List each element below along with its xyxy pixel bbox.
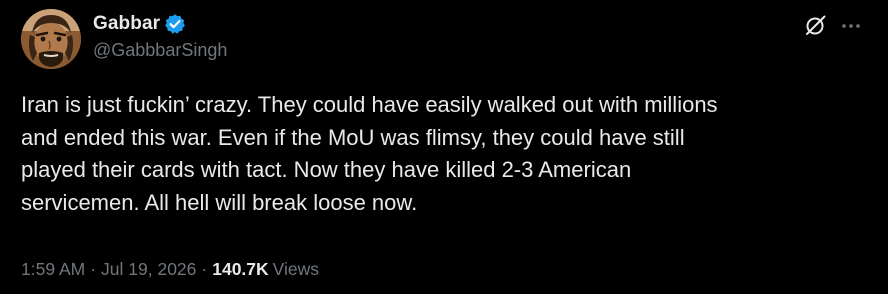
grok-icon[interactable]: [802, 13, 828, 39]
tweet-actions: [802, 13, 864, 39]
tweet-meta: 1:59 AM · Jul 19, 2026 · 140.7K Views: [21, 259, 319, 280]
tweet-time[interactable]: 1:59 AM: [21, 259, 85, 280]
avatar[interactable]: [21, 9, 81, 69]
meta-separator: ·: [201, 259, 208, 279]
author-names: Gabbar @GabbbarSingh: [93, 12, 227, 61]
tweet-text-line: Iran is just fuckin’ crazy. They could h…: [21, 92, 718, 117]
views-label[interactable]: Views: [273, 259, 319, 280]
tweet-text-line: servicemen. All hell will break loose no…: [21, 189, 418, 215]
tweet-text: Iran is just fuckin’ crazy. They could h…: [21, 89, 871, 219]
tweet-text-line: played their cards with tact. Now they h…: [21, 157, 632, 182]
name-row: Gabbar: [93, 12, 227, 36]
tweet-date[interactable]: Jul 19, 2026: [101, 259, 196, 280]
tweet: Gabbar @GabbbarSingh Iran is just fuckin…: [0, 0, 888, 294]
avatar-illustration: [21, 9, 81, 69]
tweet-text-line: and ended this war. Even if the MoU was …: [21, 124, 685, 150]
author-handle[interactable]: @GabbbarSingh: [93, 40, 227, 61]
meta-separator: ·: [90, 259, 97, 279]
verified-badge-icon[interactable]: [164, 13, 186, 35]
author-display-name[interactable]: Gabbar: [93, 13, 160, 35]
views-count[interactable]: 140.7K: [212, 259, 268, 280]
more-dots-icon[interactable]: [838, 13, 864, 39]
tweet-header: Gabbar @GabbbarSingh: [21, 9, 874, 69]
